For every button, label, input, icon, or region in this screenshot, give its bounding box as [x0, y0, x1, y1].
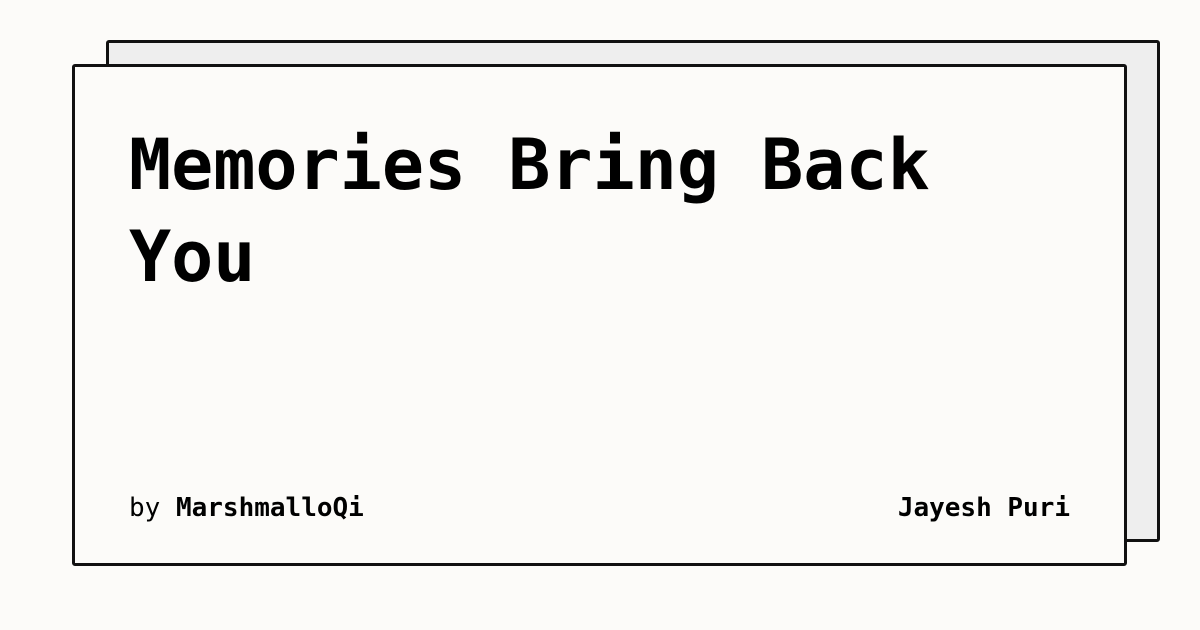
title-card: Memories Bring Back You by MarshmalloQi … — [72, 64, 1127, 566]
byline: by MarshmalloQi — [129, 493, 364, 523]
byline-prefix: by — [129, 493, 161, 523]
card-title: Memories Bring Back You — [129, 124, 930, 298]
author-name: MarshmalloQi — [175, 493, 364, 523]
credit-name: Jayesh Puri — [897, 493, 1070, 523]
card-footer: by MarshmalloQi Jayesh Puri — [129, 493, 1070, 523]
